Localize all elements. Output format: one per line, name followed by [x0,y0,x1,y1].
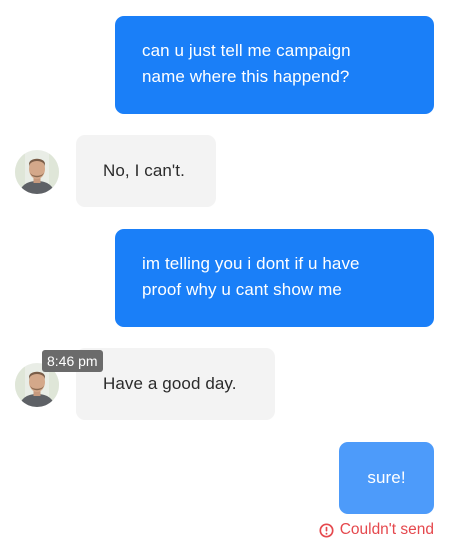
alert-circle-icon [319,522,334,538]
message-line: can u just tell me campaign [142,41,351,60]
agent-avatar [15,150,59,194]
timestamp-tooltip: 8:46 pm [42,350,103,372]
outgoing-message-bubble: can u just tell me campaign name where t… [115,16,434,114]
message-text: sure! [367,468,406,487]
incoming-message-bubble: No, I can't. [76,135,216,207]
send-error-text: Couldn't send [339,521,434,538]
chat-thread: can u just tell me campaign name where t… [0,0,454,557]
outgoing-message-bubble-failed[interactable]: sure! [339,442,434,514]
send-error-status[interactable]: Couldn't send [319,519,434,541]
message-line: name where this happend? [142,67,350,86]
incoming-message-bubble: Have a good day. [76,348,275,420]
message-text: No, I can't. [103,161,185,180]
outgoing-message-bubble: im telling you i dont if u have proof wh… [115,229,434,327]
message-text: Have a good day. [103,374,237,393]
message-line: proof why u cant show me [142,280,342,299]
message-line: im telling you i dont if u have [142,254,360,273]
